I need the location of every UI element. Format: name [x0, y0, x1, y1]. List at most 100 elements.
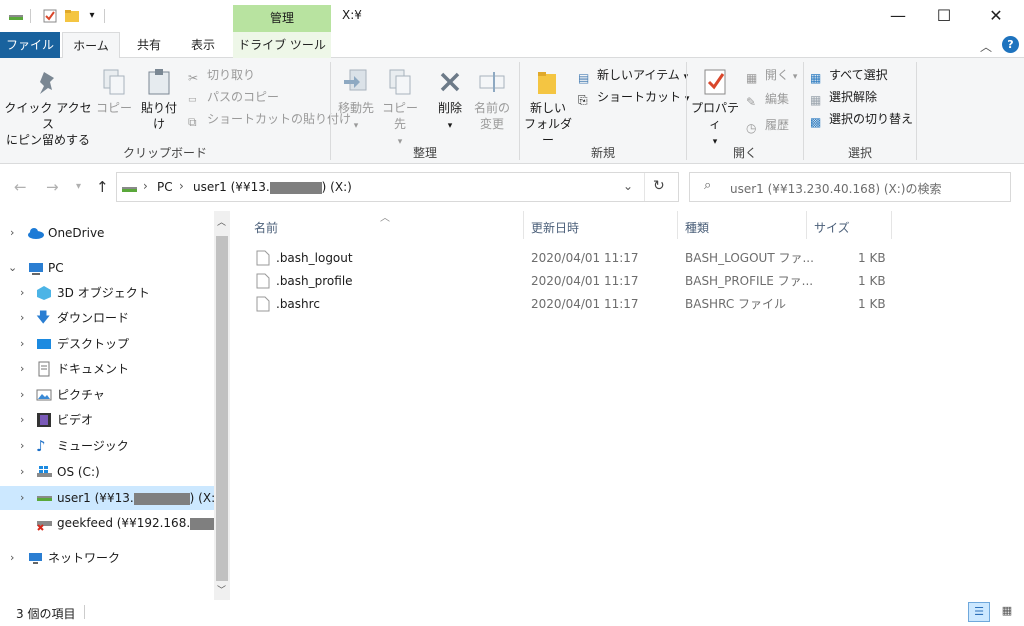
nav-item-pc[interactable]: ⌄ PC — [0, 256, 214, 280]
nav-item-music[interactable]: › ♪ ミュージック — [0, 434, 214, 458]
select-none-button[interactable]: ▦ 選択解除 — [810, 87, 877, 107]
column-divider[interactable] — [523, 211, 524, 239]
column-header-type[interactable]: 種類 — [685, 219, 709, 236]
file-type: BASH_LOGOUT ファ... — [685, 251, 814, 265]
chevron-right-icon[interactable]: › — [143, 179, 148, 193]
properties-quick-icon[interactable] — [42, 8, 58, 24]
nav-item-user1-drive[interactable]: › user1 (¥¥13.) (X:) — [0, 486, 220, 510]
tab-share[interactable]: 共有 — [128, 32, 170, 58]
breadcrumb-pc[interactable]: PC — [157, 180, 173, 194]
forward-arrow-icon[interactable]: → — [46, 178, 59, 196]
nav-item-os-drive[interactable]: › OS (C:) — [0, 460, 214, 484]
tab-file[interactable]: ファイル — [0, 32, 60, 58]
search-input[interactable]: user1 (¥¥13.230.40.168) (X:)の検索 — [730, 180, 942, 197]
nav-item-pictures[interactable]: › ピクチャ — [0, 383, 214, 407]
picture-icon — [36, 387, 52, 403]
cut-label: 切り取り — [207, 68, 256, 82]
nav-item-desktop[interactable]: › デスクトップ — [0, 332, 214, 356]
new-folder-quick-icon[interactable] — [64, 8, 80, 24]
column-divider[interactable] — [677, 211, 678, 239]
nav-item-documents[interactable]: › ドキュメント — [0, 357, 214, 381]
chevron-right-icon[interactable]: › — [20, 460, 24, 484]
sort-ascending-icon: ︿ — [380, 213, 390, 224]
refresh-icon[interactable]: ↻ — [653, 178, 665, 194]
copy-button[interactable]: コピー — [94, 66, 134, 116]
details-view-icon[interactable]: ☰ — [968, 602, 990, 622]
paste-shortcut-button[interactable]: ⧉ ショートカットの貼り付け — [188, 109, 351, 129]
minimize-button[interactable]: — — [875, 0, 921, 32]
nav-item-3d-objects[interactable]: › 3D オブジェクト — [0, 281, 214, 305]
column-header-size[interactable]: サイズ — [814, 219, 850, 236]
chevron-right-icon[interactable]: › — [20, 306, 24, 330]
file-row[interactable]: .bash_logout 2020/04/01 11:17 BASH_LOGOU… — [254, 247, 894, 269]
customize-quick-access-icon[interactable]: ▾ — [84, 8, 100, 24]
breadcrumb-location[interactable]: user1 (¥¥13.) (X:) — [193, 180, 352, 194]
search-box[interactable]: ⌕ user1 (¥¥13.230.40.168) (X:)の検索 — [689, 172, 1011, 202]
invert-selection-button[interactable]: ▩ 選択の切り替え — [810, 109, 913, 129]
new-item-button[interactable]: ▤新しいアイテム ▾ — [578, 65, 688, 87]
up-arrow-icon[interactable]: ↑ — [96, 178, 109, 196]
navigation-pane: › OneDrive ⌄ PC › 3D オブジェクト › 🡇 ダウンロード ›… — [0, 211, 230, 600]
separator — [104, 9, 105, 23]
chevron-right-icon[interactable]: › — [179, 179, 184, 193]
file-row[interactable]: .bashrc 2020/04/01 11:17 BASHRC ファイル 1 K… — [254, 293, 894, 315]
column-header-name[interactable]: 名前 — [254, 219, 278, 236]
chevron-down-icon[interactable]: ⌄ — [8, 256, 17, 280]
paste-button[interactable]: 貼り付け — [136, 66, 182, 132]
column-divider[interactable] — [891, 211, 892, 239]
chevron-right-icon[interactable]: › — [20, 408, 24, 432]
column-header-modified[interactable]: 更新日時 — [531, 219, 579, 236]
chevron-right-icon[interactable]: › — [20, 486, 24, 510]
copy-icon — [103, 69, 125, 95]
rename-button[interactable]: 名前の 変更 — [470, 66, 514, 132]
history-button[interactable]: ◷ 履歴 — [746, 115, 789, 135]
scroll-down-icon[interactable]: ﹀ — [217, 583, 226, 596]
scroll-up-icon[interactable]: ︿ — [217, 215, 226, 228]
address-bar[interactable]: › PC › user1 (¥¥13.) (X:) ⌄ ↻ — [116, 172, 679, 202]
pin-label-1: クイック アクセス — [4, 101, 92, 131]
tab-drive-tools[interactable]: ドライブ ツール — [233, 32, 331, 58]
properties-button[interactable]: プロパティ ▾ — [690, 66, 740, 150]
copy-to-button[interactable]: コピー先 ▾ — [378, 66, 422, 150]
chevron-right-icon[interactable]: › — [10, 546, 14, 570]
tab-home[interactable]: ホーム — [62, 32, 120, 59]
nav-scrollbar-thumb[interactable] — [216, 236, 228, 581]
chevron-right-icon[interactable]: › — [10, 221, 14, 245]
collapse-ribbon-icon[interactable]: ︿ — [980, 38, 992, 55]
back-arrow-icon[interactable]: ← — [14, 178, 27, 196]
delete-button[interactable]: 削除 ▾ — [430, 66, 470, 134]
column-divider[interactable] — [806, 211, 807, 239]
chevron-right-icon[interactable]: › — [20, 383, 24, 407]
shortcut-button[interactable]: ⎘ ショートカット ▾ — [578, 87, 689, 109]
cut-button[interactable]: ✂ 切り取り — [188, 65, 255, 85]
open-button[interactable]: ▦ 開く ▾ — [746, 65, 797, 87]
close-button[interactable]: ✕ — [973, 0, 1019, 32]
nav-item-downloads[interactable]: › 🡇 ダウンロード — [0, 306, 214, 330]
tab-view[interactable]: 表示 — [180, 32, 226, 58]
address-dropdown-icon[interactable]: ⌄ — [623, 179, 633, 193]
group-label-new: 新規 — [590, 146, 615, 160]
select-all-button[interactable]: ▦ すべて選択 — [810, 65, 888, 85]
edit-button[interactable]: ✎ 編集 — [746, 89, 789, 109]
file-row[interactable]: .bash_profile 2020/04/01 11:17 BASH_PROF… — [254, 270, 894, 292]
copy-path-icon: ▭ — [188, 94, 197, 105]
new-folder-button[interactable]: 新しい フォルダー — [522, 66, 574, 148]
large-icons-view-icon[interactable]: ▦ — [996, 602, 1018, 622]
paste-shortcut-icon: ⧉ — [188, 114, 197, 129]
copy-path-button[interactable]: ▭ パスのコピー — [188, 87, 279, 107]
pin-quick-access-button[interactable]: クイック アクセス にピン留めする — [4, 66, 92, 148]
help-icon[interactable]: ? — [1002, 36, 1019, 53]
chevron-right-icon[interactable]: › — [20, 332, 24, 356]
maximize-button[interactable]: ☐ — [921, 0, 967, 32]
move-to-button[interactable]: 移動先 ▾ — [334, 66, 378, 134]
chevron-right-icon[interactable]: › — [20, 281, 24, 305]
nav-item-network[interactable]: › ネットワーク — [0, 546, 214, 570]
copy-label: コピー — [95, 101, 132, 115]
recent-dropdown-icon[interactable]: ▾ — [76, 181, 81, 192]
nav-item-onedrive[interactable]: › OneDrive — [0, 221, 214, 245]
nav-item-videos[interactable]: › ビデオ — [0, 408, 214, 432]
file-size: 1 KB — [858, 274, 886, 288]
chevron-right-icon[interactable]: › — [20, 434, 24, 458]
chevron-right-icon[interactable]: › — [20, 357, 24, 381]
nav-item-geekfeed-drive[interactable]: geekfeed (¥¥192.168. — [0, 511, 221, 535]
